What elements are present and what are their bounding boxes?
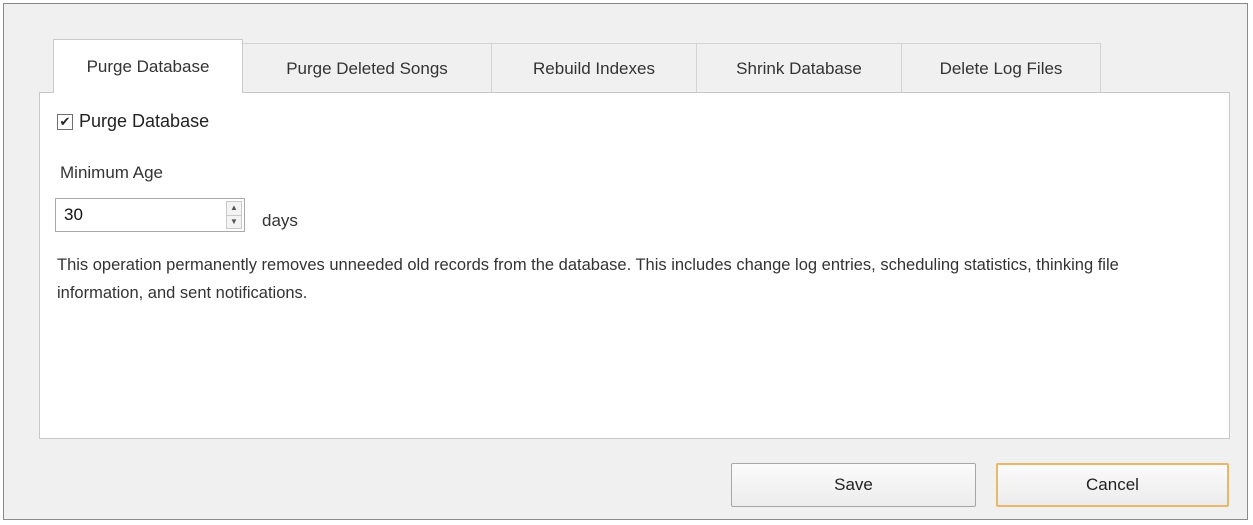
operation-description: This operation permanently removes unnee… (57, 256, 1119, 302)
arrow-down-icon: ▼ (230, 216, 238, 226)
purge-database-checkbox-label[interactable]: Purge Database (79, 111, 209, 132)
maintenance-dialog: Purge Database Purge Deleted Songs Rebui… (3, 3, 1248, 520)
tab-rebuild-indexes[interactable]: Rebuild Indexes (491, 43, 697, 93)
tab-strip: Purge Database Purge Deleted Songs Rebui… (53, 39, 1101, 93)
tab-shrink-database[interactable]: Shrink Database (696, 43, 902, 93)
purge-database-option[interactable]: ✔ Purge Database (57, 111, 209, 132)
tab-purge-database[interactable]: Purge Database (53, 39, 243, 93)
minimum-age-label: Minimum Age (60, 163, 163, 182)
checkmark-icon: ✔ (59, 114, 71, 129)
save-button[interactable]: Save (731, 463, 976, 507)
cancel-button[interactable]: Cancel (996, 463, 1229, 507)
spin-up-button[interactable]: ▲ (226, 201, 242, 216)
minimum-age-stepper[interactable]: 30 ▲ ▼ (55, 198, 245, 232)
spin-buttons: ▲ ▼ (226, 201, 242, 229)
arrow-up-icon: ▲ (230, 203, 238, 213)
days-unit-label: days (262, 211, 298, 230)
tab-delete-log-files[interactable]: Delete Log Files (901, 43, 1101, 93)
purge-database-checkbox[interactable]: ✔ (57, 113, 73, 130)
spin-down-button[interactable]: ▼ (226, 215, 242, 229)
tab-purge-deleted-songs[interactable]: Purge Deleted Songs (242, 43, 492, 93)
minimum-age-value[interactable]: 30 (64, 205, 83, 225)
tab-panel-purge-database: ✔ Purge Database Minimum Age 30 ▲ ▼ days… (39, 92, 1230, 439)
